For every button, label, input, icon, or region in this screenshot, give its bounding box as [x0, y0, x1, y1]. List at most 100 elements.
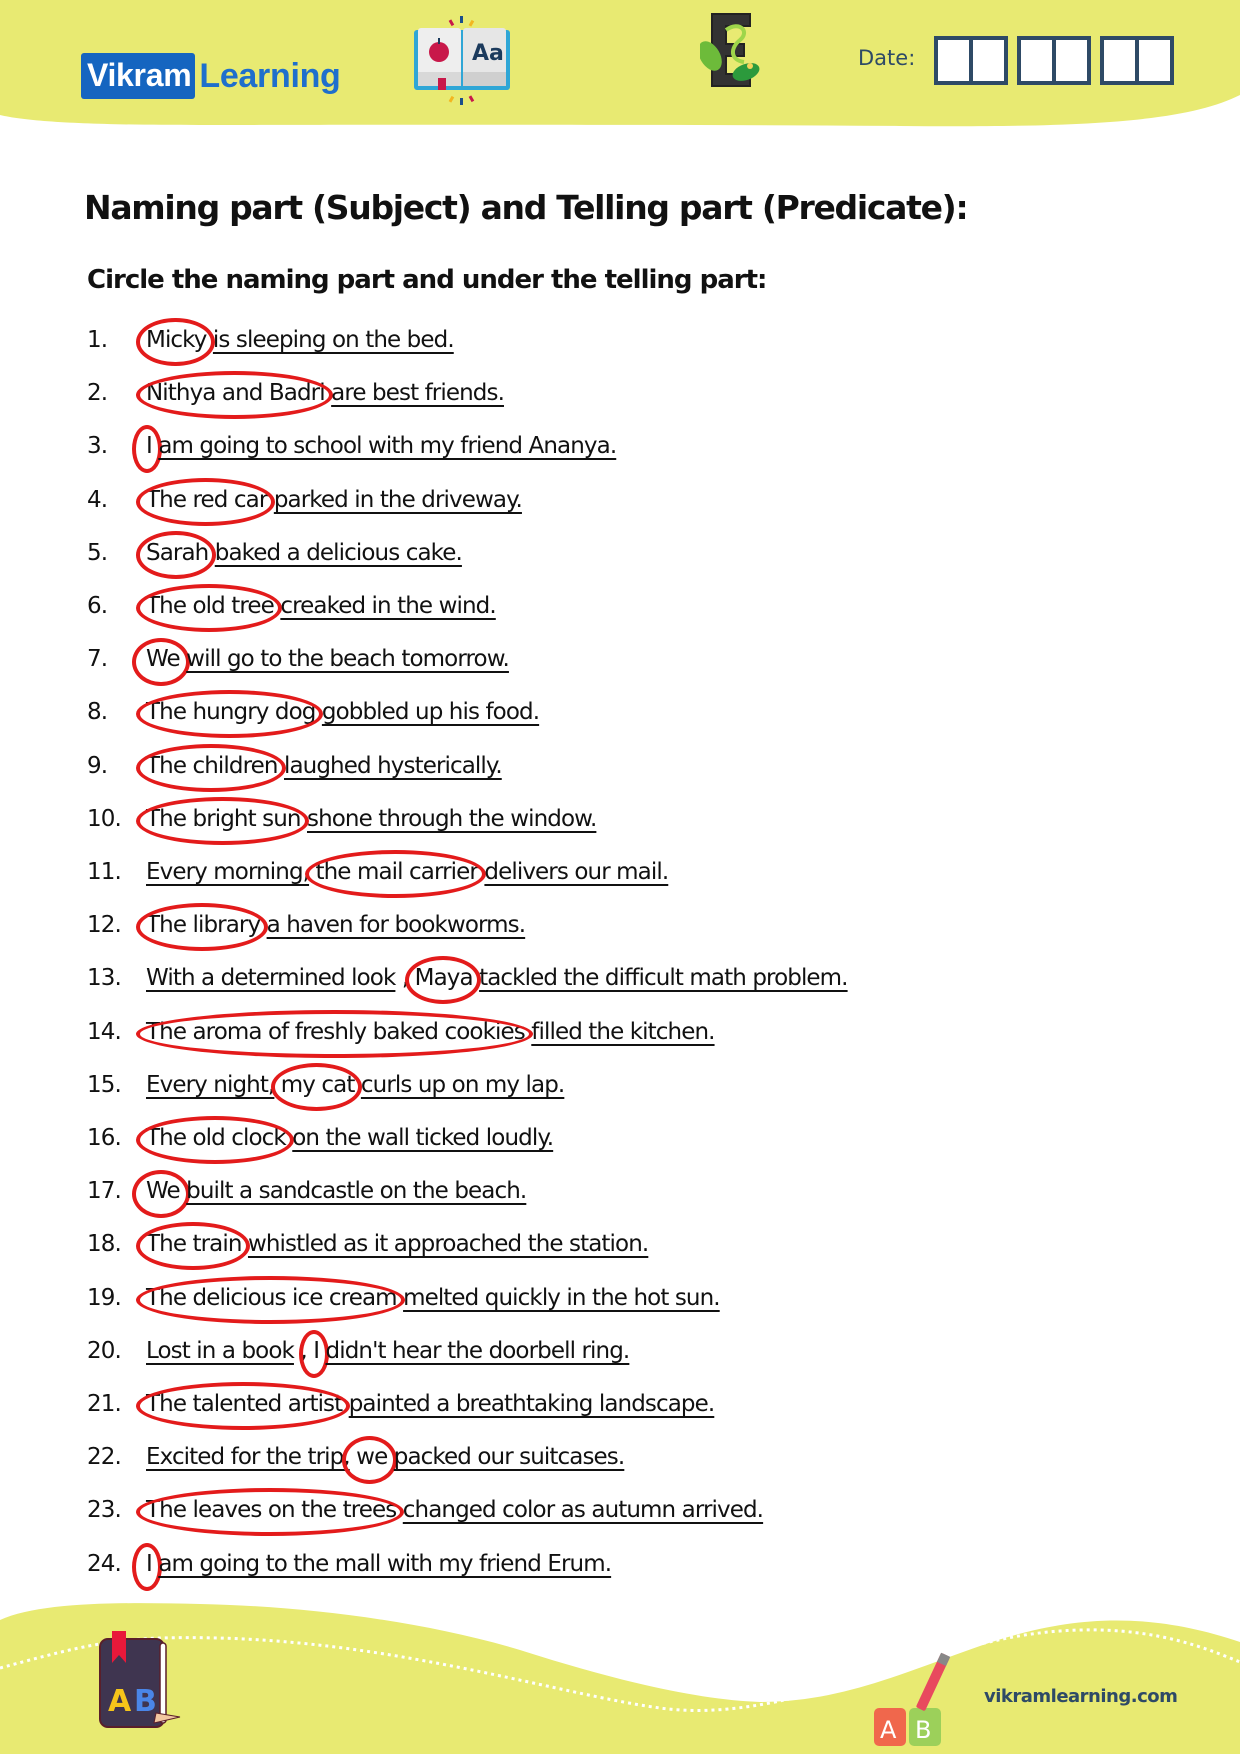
- sentence-text: Lost in a book , I didn't hear the doorb…: [146, 1329, 631, 1378]
- telling-part-predicate[interactable]: am going to school with my friend Ananya…: [158, 428, 617, 464]
- telling-part-predicate[interactable]: tackled the difficult math problem.: [479, 960, 848, 996]
- worksheet-instruction: Circle the naming part and under the tel…: [87, 265, 767, 295]
- telling-part-predicate[interactable]: packed our suitcases.: [394, 1439, 625, 1475]
- date-digit-box[interactable]: [969, 40, 1004, 81]
- separator-text: ,: [293, 1337, 314, 1364]
- ab-blocks-pencil-icon: A B: [874, 1652, 951, 1746]
- date-digit-box[interactable]: [1052, 40, 1087, 81]
- telling-part-predicate[interactable]: will go to the beach tomorrow.: [186, 641, 510, 677]
- sentence-text: I am going to school with my friend Anan…: [132, 425, 617, 474]
- naming-part-subject[interactable]: Sarah: [135, 530, 217, 579]
- naming-part-subject[interactable]: the mail carrier: [305, 850, 486, 898]
- telling-part-predicate[interactable]: painted a breathtaking landscape.: [349, 1386, 715, 1422]
- date-digit-box[interactable]: [938, 40, 969, 81]
- sentence-text: The bright sun shone through the window.: [136, 796, 597, 845]
- sentence-text: Excited for the trip, we packed our suit…: [146, 1436, 625, 1485]
- sentence-number: 17.: [87, 1178, 122, 1205]
- sentence-text: I am going to the mall with my friend Er…: [132, 1542, 612, 1591]
- telling-part-predicate[interactable]: parked in the driveway.: [274, 482, 523, 518]
- sentence-number: 18.: [87, 1231, 122, 1258]
- naming-part-subject[interactable]: We: [132, 638, 190, 687]
- telling-part-predicate[interactable]: is sleeping on the bed.: [213, 322, 455, 358]
- telling-part-predicate[interactable]: laughed hysterically.: [284, 748, 503, 784]
- telling-part-predicate[interactable]: shone through the window.: [307, 801, 597, 837]
- sentence-number: 5.: [87, 539, 108, 566]
- sentence-number: 23.: [87, 1497, 122, 1524]
- naming-part-subject[interactable]: The red car: [135, 477, 276, 526]
- logo-learning-text: Learning: [199, 57, 341, 95]
- date-digit-box[interactable]: [1104, 40, 1135, 81]
- naming-part-subject[interactable]: Micky: [136, 318, 214, 366]
- sentence-number: 1.: [87, 327, 108, 353]
- book-letter-a: A: [108, 1684, 132, 1719]
- open-book-apple-icon: Aa: [414, 16, 510, 105]
- naming-part-subject[interactable]: We: [132, 1170, 190, 1219]
- sentence-number: 24.: [87, 1550, 122, 1577]
- naming-part-subject[interactable]: The old tree: [136, 584, 282, 632]
- sentence-number: 2.: [87, 380, 108, 407]
- telling-part-predicate[interactable]: Every night,: [146, 1067, 275, 1103]
- naming-part-subject[interactable]: The bright sun: [136, 796, 309, 845]
- sentence-number: 20.: [87, 1337, 122, 1364]
- telling-part-predicate[interactable]: Lost in a book: [146, 1333, 295, 1369]
- telling-part-predicate[interactable]: built a sandcastle on the beach.: [186, 1173, 527, 1209]
- website-link[interactable]: vikramlearning.com: [984, 1686, 1178, 1707]
- telling-part-predicate[interactable]: baked a delicious cake.: [215, 535, 463, 571]
- sentence-text: Nithya and Badri are best friends.: [136, 371, 505, 420]
- telling-part-predicate[interactable]: didn't hear the doorbell ring.: [326, 1333, 631, 1369]
- naming-part-subject[interactable]: my cat: [270, 1062, 363, 1111]
- block-letter-b: B: [915, 1716, 931, 1744]
- sentence-text: We built a sandcastle on the beach.: [132, 1170, 527, 1219]
- naming-part-subject[interactable]: The train: [136, 1222, 250, 1271]
- naming-part-subject[interactable]: Maya: [404, 956, 481, 1005]
- telling-part-predicate[interactable]: whistled as it approached the station.: [248, 1226, 649, 1262]
- telling-part-predicate[interactable]: melted quickly in the hot sun.: [403, 1280, 721, 1316]
- sentence-text: The children laughed hysterically.: [136, 743, 503, 792]
- naming-part-subject[interactable]: The children: [136, 743, 286, 792]
- date-day-group: [934, 36, 1008, 85]
- telling-part-predicate[interactable]: am going to the mall with my friend Erum…: [158, 1546, 612, 1582]
- naming-part-subject[interactable]: The old clock: [136, 1116, 294, 1164]
- telling-part-predicate[interactable]: gobbled up his food.: [322, 694, 540, 730]
- sentence-number: 7.: [87, 646, 108, 673]
- naming-part-subject[interactable]: The aroma of freshly baked cookies: [136, 1009, 533, 1058]
- separator-text: ,: [395, 965, 415, 992]
- telling-part-predicate[interactable]: curls up on my lap.: [361, 1067, 565, 1103]
- svg-text:Aa: Aa: [472, 41, 504, 66]
- date-digit-box[interactable]: [1135, 40, 1170, 81]
- naming-part-subject[interactable]: we: [342, 1436, 398, 1485]
- sentence-number: 15.: [87, 1071, 122, 1098]
- telling-part-predicate[interactable]: are best friends.: [331, 375, 505, 411]
- telling-part-predicate[interactable]: Excited for the trip,: [146, 1439, 351, 1475]
- date-year-group: [1100, 36, 1174, 85]
- telling-part-predicate[interactable]: filled the kitchen.: [531, 1014, 715, 1050]
- telling-part-predicate[interactable]: With a determined look: [146, 960, 396, 996]
- naming-part-subject[interactable]: The talented artist: [135, 1382, 351, 1430]
- telling-part-predicate[interactable]: Every morning,: [146, 854, 310, 890]
- worksheet-title: Naming part (Subject) and Telling part (…: [84, 188, 969, 227]
- sentence-text: The delicious ice cream melted quickly i…: [136, 1275, 721, 1324]
- naming-part-subject[interactable]: The library: [135, 903, 269, 952]
- vikram-learning-logo[interactable]: Vikram Learning: [81, 52, 341, 100]
- sentence-number: 8.: [87, 699, 108, 726]
- naming-part-subject[interactable]: The hungry dog: [135, 690, 324, 739]
- ab-book-icon: A B: [99, 1631, 181, 1728]
- sentence-text: The aroma of freshly baked cookies fille…: [136, 1009, 715, 1058]
- telling-part-predicate[interactable]: changed color as autumn arrived.: [403, 1492, 764, 1528]
- letter-e-leaf-icon: [700, 13, 760, 87]
- logo-vikram-text: Vikram: [81, 53, 196, 99]
- sentence-number: 21.: [87, 1391, 122, 1417]
- sentence-number: 4.: [87, 486, 108, 513]
- telling-part-predicate[interactable]: delivers our mail.: [484, 854, 669, 890]
- sentence-text: The talented artist painted a breathtaki…: [135, 1382, 715, 1430]
- sentence-number: 12.: [87, 912, 122, 939]
- telling-part-predicate[interactable]: a haven for bookworms.: [267, 907, 526, 943]
- sentence-number: 19.: [87, 1284, 122, 1311]
- book-letter-b: B: [134, 1684, 157, 1719]
- date-digit-box[interactable]: [1021, 40, 1052, 81]
- telling-part-predicate[interactable]: creaked in the wind.: [280, 588, 496, 624]
- naming-part-subject[interactable]: The leaves on the trees: [135, 1488, 405, 1537]
- naming-part-subject[interactable]: The delicious ice cream: [136, 1275, 405, 1324]
- telling-part-predicate[interactable]: on the wall ticked loudly.: [292, 1120, 554, 1156]
- naming-part-subject[interactable]: Nithya and Badri: [136, 371, 333, 420]
